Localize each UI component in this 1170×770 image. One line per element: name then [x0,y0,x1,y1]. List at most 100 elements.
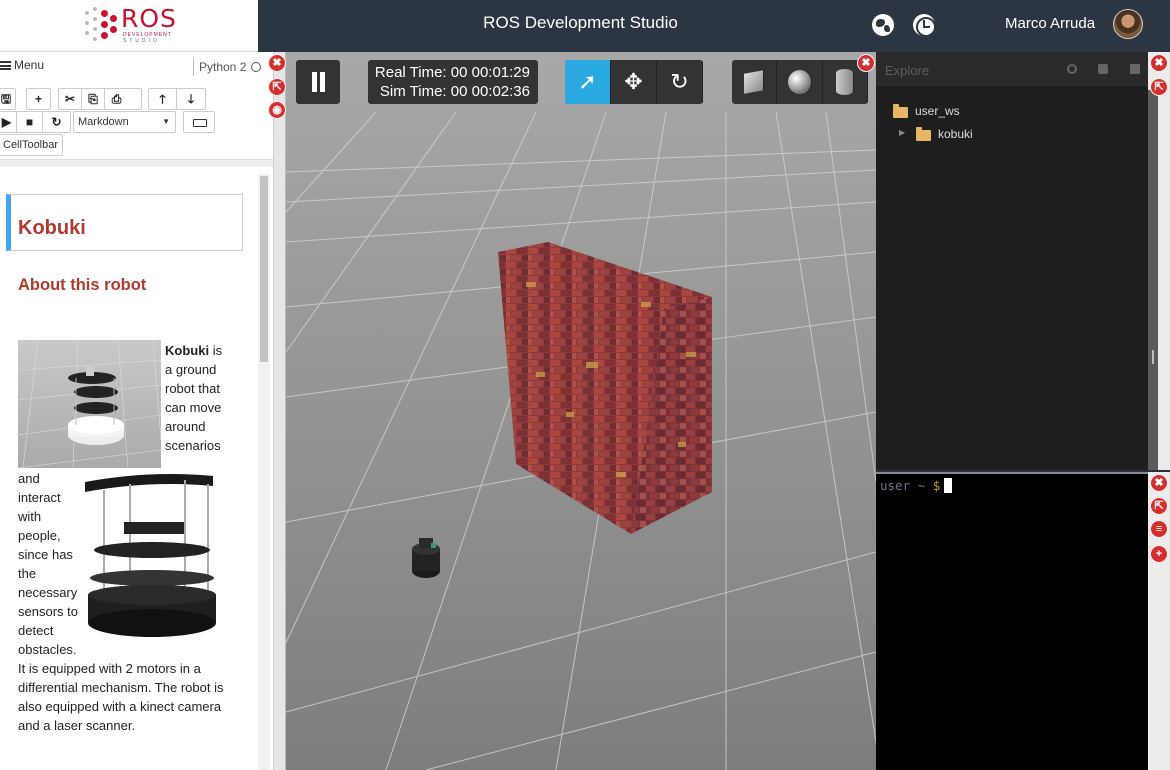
explorer-scrollbar[interactable] [1148,90,1158,470]
wrap-line: since has [18,547,73,562]
rotate-icon[interactable]: ↻ [657,60,703,104]
external-open-icon[interactable]: ⇱ [1150,78,1168,96]
terminal-prompt: user ~ $ [880,478,953,493]
clock-icon[interactable] [913,14,936,37]
move-down-icon[interactable]: 🡓 [177,89,205,109]
logo-subtitle-studio: STUDIO [123,38,160,44]
explorer-search[interactable]: Explore [876,52,1148,86]
hide-panel-icon[interactable]: ◉ [268,101,286,119]
terminal-side-strip [1148,472,1170,770]
terminal-cursor [944,478,953,493]
kobuki-sim-illustration [18,340,161,468]
cell-type-select[interactable]: Markdown ▼ [73,111,176,133]
wrap-line: interact [18,490,61,505]
external-open-icon[interactable]: ⇱ [268,78,286,96]
ros-logo[interactable]: ROS DEVELOPMENT STUDIO [83,4,176,45]
close-terminal-icon[interactable]: ✖ [1150,474,1168,492]
kernel-status-icon [251,62,262,72]
move-up-icon[interactable]: 🡑 [149,89,178,109]
ros-development-studio: ROS DEVELOPMENT STUDIO ROS Development S… [0,0,1170,770]
top-bar: ROS Development Studio Marco Arruda [258,0,1170,52]
mode-toolbar: ➚ ✥ ↻ [565,60,703,104]
run-icon[interactable]: ▶ [0,112,17,132]
cut-icon[interactable]: ✂ [59,89,82,109]
footer-text: It is equipped with 2 motors in a differ… [18,659,223,735]
wrap-line: the [18,566,37,581]
notebook-divider [0,159,273,167]
panel-splitter[interactable] [274,52,286,770]
pause-button[interactable] [296,60,340,104]
cell-subheading: About this robot [18,276,147,294]
tree-item-kobuki[interactable]: kobuki [938,127,973,141]
box-archive-icon[interactable] [1098,64,1108,74]
restart-icon[interactable]: ↻ [43,112,70,132]
sphere-icon[interactable] [777,60,823,104]
gazebo-viewport[interactable]: Real Time: 00 00:01:29 Sim Time: 00 00:0… [286,52,876,770]
markdown-cell-heading[interactable]: Kobuki [6,194,243,251]
globe-icon[interactable] [872,14,894,36]
notebook-panel: Menu Python 2 🖫 + ✂ ⎘ ⎙ 🡑 🡓 ▶ ■ ↻ Markdo… [0,52,274,770]
wrap-line: sensors to [18,604,78,619]
intro-line: scenarios [165,438,221,453]
avatar[interactable] [1113,9,1143,39]
pause-icon [312,72,317,92]
terminal-panel[interactable]: user ~ $ [876,472,1148,770]
close-explorer-icon[interactable]: ✖ [1150,54,1168,72]
close-viewport-icon[interactable]: ✖ [857,54,875,72]
intro-bold: Kobuki [165,343,210,358]
footer-line: and a laser scanner. [18,718,136,733]
wrap-line: and [18,471,40,486]
copy-icon[interactable]: ⎘ [82,89,105,109]
kernel-name: Python 2 [199,60,247,74]
insert-cell-button[interactable]: + [26,88,51,110]
kernel-indicator: Python 2 [193,58,262,76]
edit-button-group: ✂ ⎘ ⎙ [58,88,142,110]
wrap-line: with [18,509,42,524]
lock-icon[interactable] [1130,64,1140,74]
user-name[interactable]: Marco Arruda [1005,15,1095,32]
expand-arrow-icon[interactable]: ▶ [899,128,905,137]
tree-item-user-ws[interactable]: user_ws [915,104,960,118]
prompt-symbol: $ [932,478,941,493]
add-terminal-icon[interactable]: + [1150,545,1168,563]
scrollbar-grip[interactable] [1152,350,1154,364]
turtlebot-illustration [85,474,216,637]
close-panel-icon[interactable]: ✖ [268,54,286,72]
keyboard-icon[interactable] [183,111,215,133]
list-icon[interactable]: ≡ [1150,520,1168,538]
notebook-menu-button[interactable]: Menu [0,58,44,72]
kobuki-sim-image [18,340,161,468]
app-title: ROS Development Studio [483,13,678,32]
explorer-side-strip [1148,52,1170,470]
search-icon[interactable] [1067,64,1077,74]
wrap-line: people, [18,528,61,543]
shape-toolbar [732,60,868,104]
turtlebot-photo [80,470,225,648]
folder-icon [893,104,908,118]
footer-line: It is equipped with 2 motors in a [18,661,201,676]
wrap-line: obstacles. [18,642,77,657]
stop-icon[interactable]: ■ [17,112,43,132]
chevron-down-icon: ▼ [162,117,170,126]
intro-line: robot that [165,381,220,396]
prompt-user: user ~ [880,478,926,493]
scrollbar-thumb[interactable] [260,176,268,362]
translate-icon[interactable]: ✥ [611,60,657,104]
explorer-placeholder: Explore [885,63,930,78]
select-arrow-icon[interactable]: ➚ [565,60,611,104]
notebook-scrollbar[interactable] [258,174,270,770]
ground-grid [286,111,876,770]
menu-label: Menu [14,58,45,72]
celltoolbar-button[interactable]: CellToolbar [0,134,64,156]
external-open-icon[interactable]: ⇱ [1150,497,1168,515]
save-button[interactable]: 🖫 [0,88,16,110]
move-button-group: 🡑 🡓 [148,88,206,110]
wrap-line: detect [18,623,54,638]
wrap-text: and interact with people, since has the … [18,469,78,659]
paste-icon[interactable]: ⎙ [105,89,128,109]
footer-line: also equipped with a kinect camera [18,699,222,714]
box-icon[interactable] [732,60,778,104]
hamburger-icon [0,61,11,71]
logo-dots [83,7,119,43]
intro-line: can move [165,400,222,415]
